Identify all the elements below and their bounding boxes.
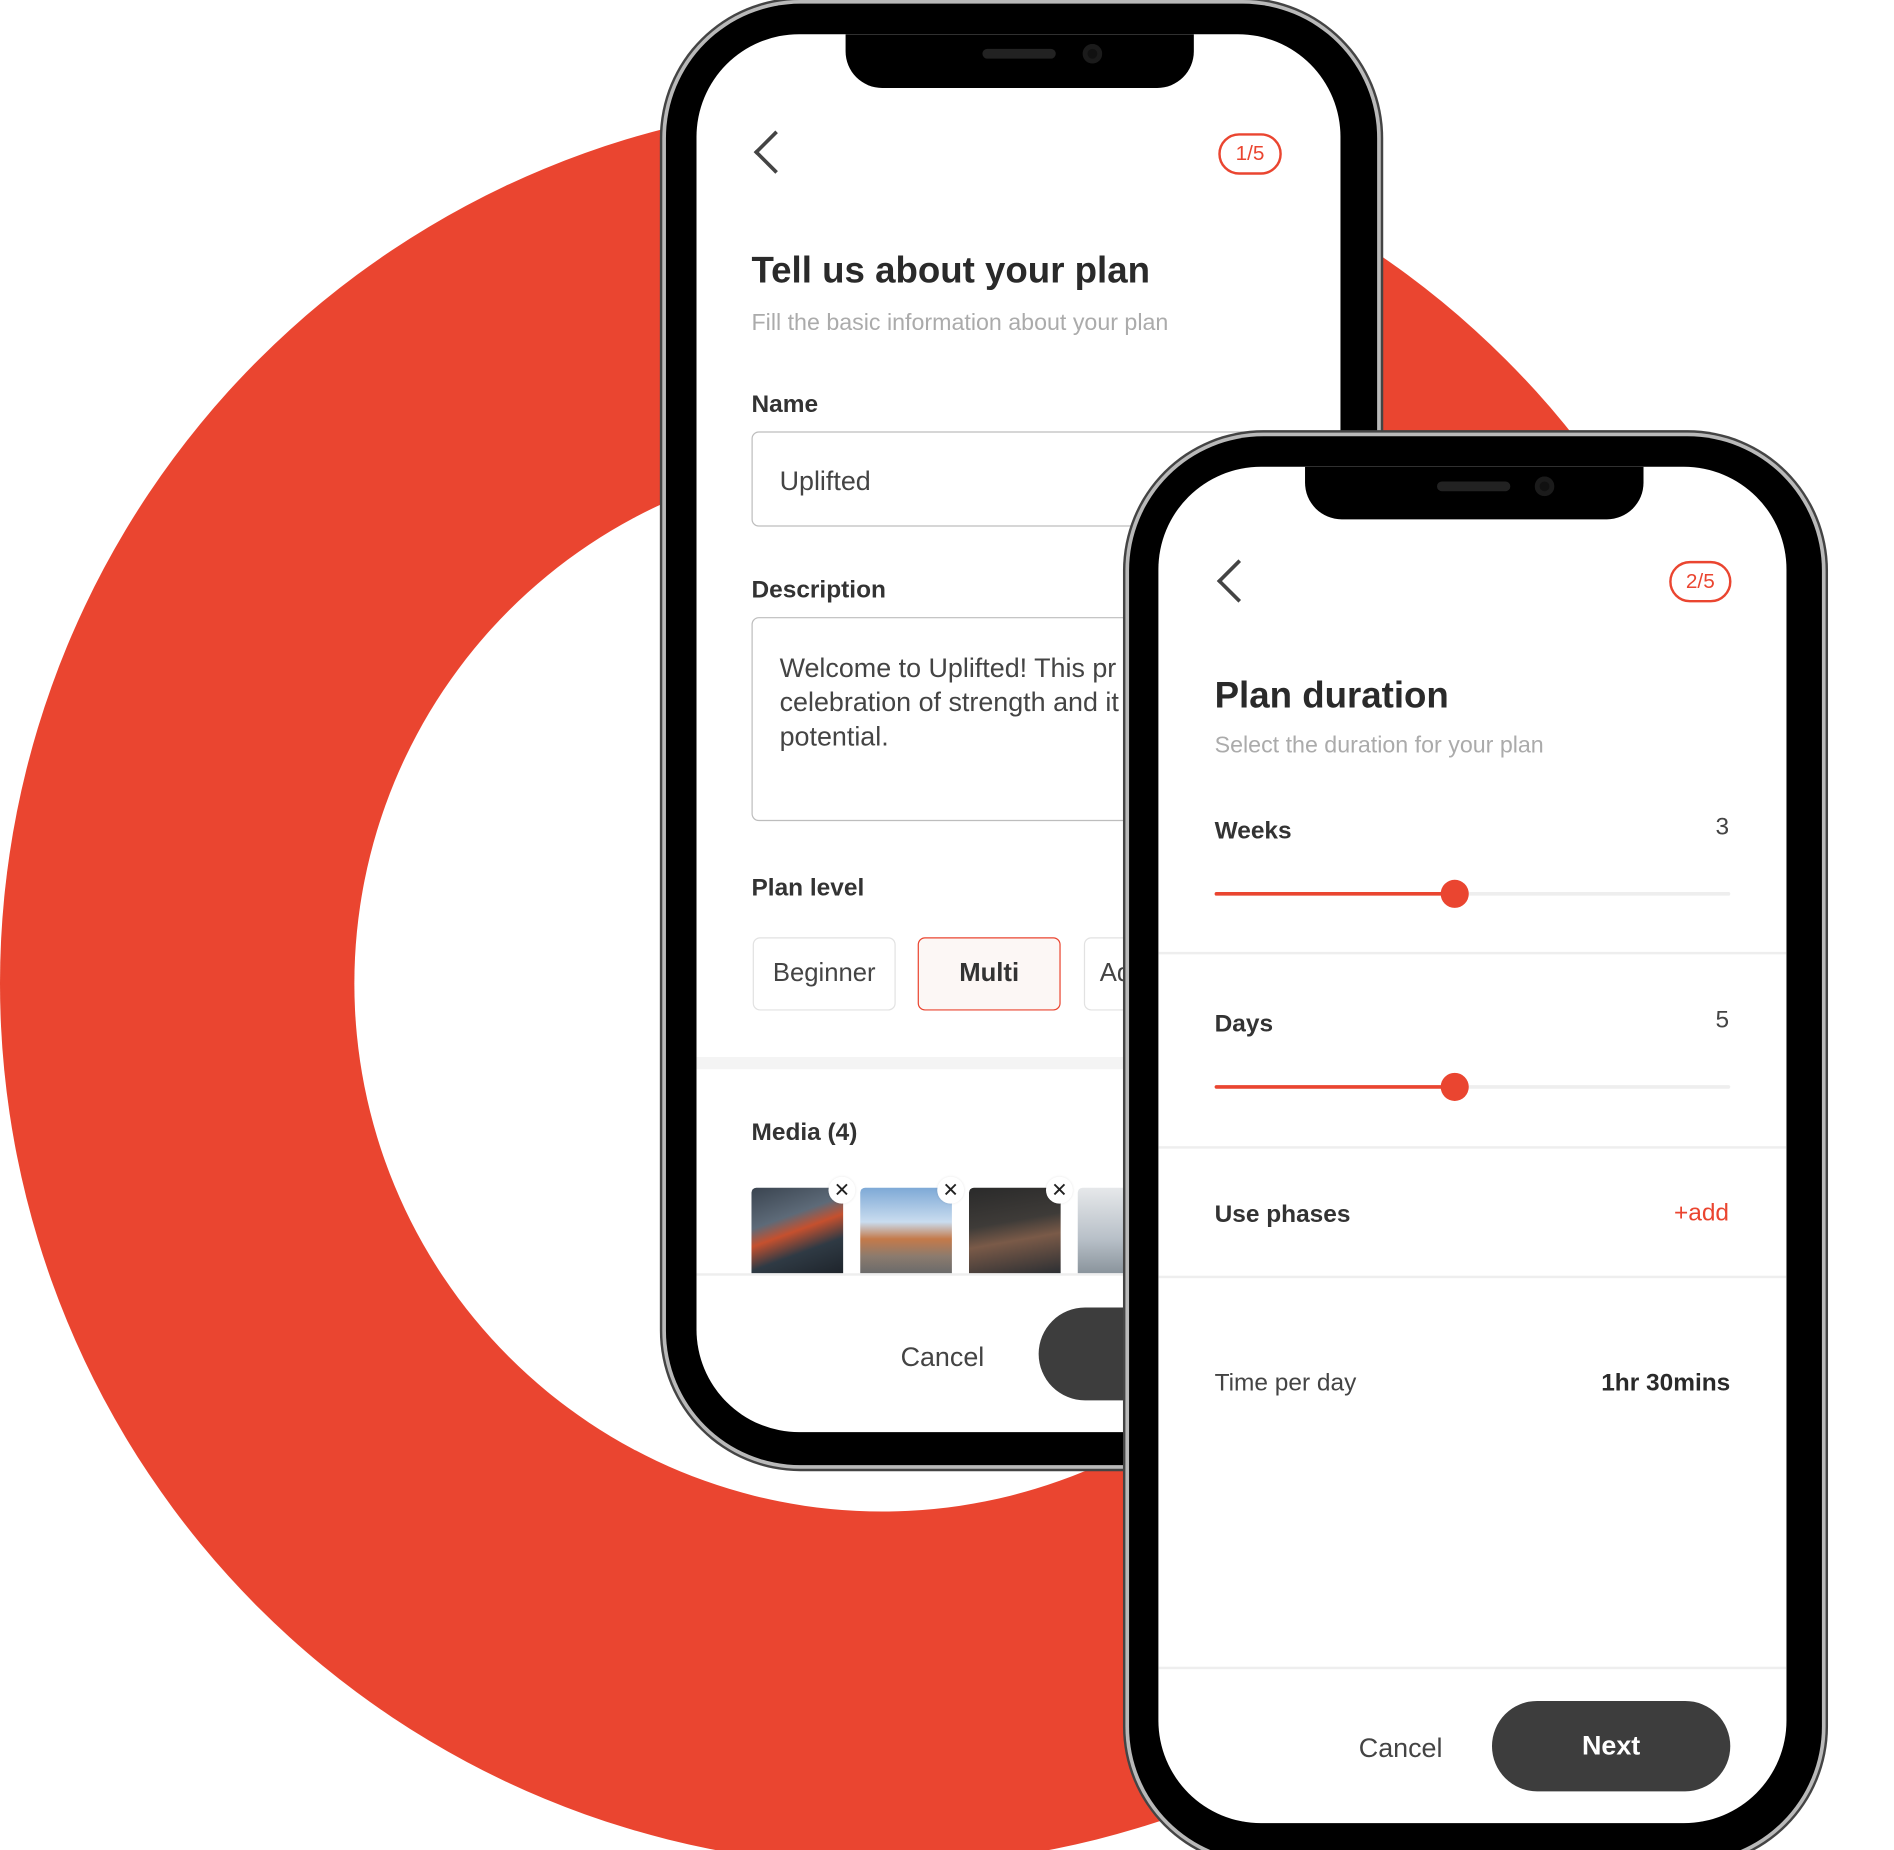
remove-media-close-icon[interactable]: ✕ (937, 1176, 965, 1204)
camera (1534, 476, 1555, 497)
name-value: Uplifted (779, 465, 871, 497)
use-phases-label: Use phases (1214, 1201, 1351, 1229)
weeks-label: Weeks (1214, 817, 1292, 845)
page-title: Plan duration (1214, 675, 1449, 717)
notch (845, 34, 1194, 88)
back-chevron-icon[interactable] (1216, 559, 1261, 603)
time-per-day-value[interactable]: 1hr 30mins (1601, 1370, 1730, 1398)
name-label: Name (751, 391, 819, 418)
cancel-button[interactable]: Cancel (901, 1342, 985, 1374)
page-subtitle: Select the duration for your plan (1214, 733, 1544, 759)
days-slider[interactable] (1214, 1072, 1731, 1101)
remove-media-close-icon[interactable]: ✕ (1045, 1176, 1073, 1204)
page-subtitle: Fill the basic information about your pl… (751, 310, 1169, 337)
page-title: Tell us about your plan (751, 250, 1151, 291)
remove-media-close-icon[interactable]: ✕ (828, 1176, 856, 1204)
weeks-value: 3 (1715, 813, 1730, 841)
level-chip-beginner[interactable]: Beginner (752, 937, 896, 1011)
step-badge: 1/5 (1218, 133, 1282, 175)
time-per-day-label: Time per day (1214, 1369, 1357, 1397)
speaker (1437, 481, 1511, 492)
level-chip-multi[interactable]: Multi (917, 937, 1061, 1011)
divider (1158, 1275, 1787, 1279)
plan-level-label: Plan level (751, 874, 865, 902)
media-label: Media (4) (751, 1119, 858, 1147)
back-chevron-icon[interactable] (753, 130, 797, 174)
camera (1082, 43, 1103, 64)
phone-step-2: 2/5 Plan duration Select the duration fo… (1129, 436, 1822, 1850)
step-badge: 2/5 (1669, 560, 1732, 603)
notch (1305, 466, 1644, 520)
media-thumbnail[interactable] (751, 1187, 844, 1274)
weeks-slider-thumb[interactable] (1440, 879, 1470, 908)
days-slider-fill (1214, 1085, 1455, 1089)
speaker (982, 48, 1056, 59)
cancel-button[interactable]: Cancel (1359, 1733, 1443, 1765)
weeks-slider-fill (1214, 892, 1455, 896)
days-slider-thumb[interactable] (1440, 1072, 1470, 1101)
screen: 2/5 Plan duration Select the duration fo… (1158, 466, 1787, 1824)
next-button[interactable]: Next (1491, 1700, 1731, 1792)
days-label: Days (1214, 1010, 1274, 1038)
media-thumbnail[interactable] (968, 1187, 1061, 1274)
weeks-slider[interactable] (1214, 879, 1731, 908)
add-phase-link[interactable]: +add (1674, 1200, 1729, 1228)
description-label: Description (751, 576, 886, 604)
footer-divider (1158, 1666, 1787, 1670)
divider (1158, 951, 1787, 955)
divider (1158, 1146, 1787, 1149)
media-thumbnail[interactable] (860, 1187, 952, 1274)
stage: 1/5 Tell us about your plan Fill the bas… (0, 0, 1894, 1850)
days-value: 5 (1715, 1006, 1730, 1034)
